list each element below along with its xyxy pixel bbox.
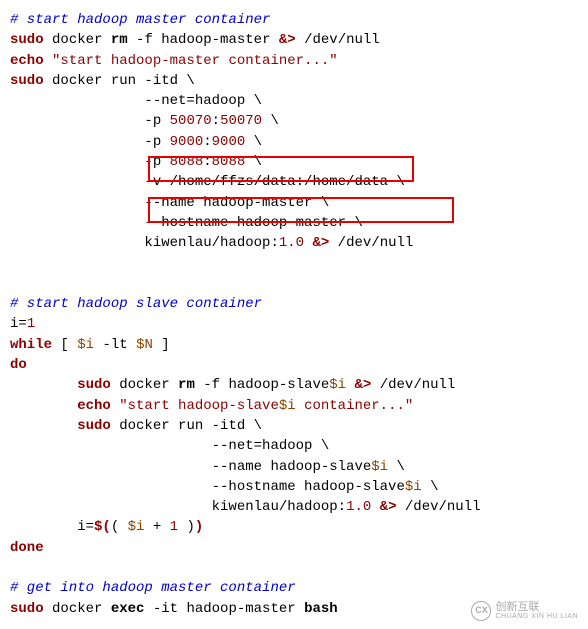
watermark: CX 创新互联 CHUANG XIN HU LIAN <box>471 601 578 621</box>
comment-get-into: # get into hadoop master container <box>10 580 296 596</box>
do-kw: do <box>10 357 27 373</box>
comment-start-slave: # start hadoop slave container <box>10 296 262 312</box>
sudo-kw: sudo <box>10 32 44 48</box>
while-kw: while <box>10 337 52 353</box>
echo-kw: echo <box>10 53 44 69</box>
watermark-icon: CX <box>471 601 491 621</box>
watermark-sub: CHUANG XIN HU LIAN <box>495 613 578 620</box>
done-kw: done <box>10 540 44 556</box>
comment-start-master: # start hadoop master container <box>10 12 270 28</box>
watermark-title: 创新互联 <box>495 602 578 613</box>
code-block: # start hadoop master container sudo doc… <box>10 10 578 619</box>
